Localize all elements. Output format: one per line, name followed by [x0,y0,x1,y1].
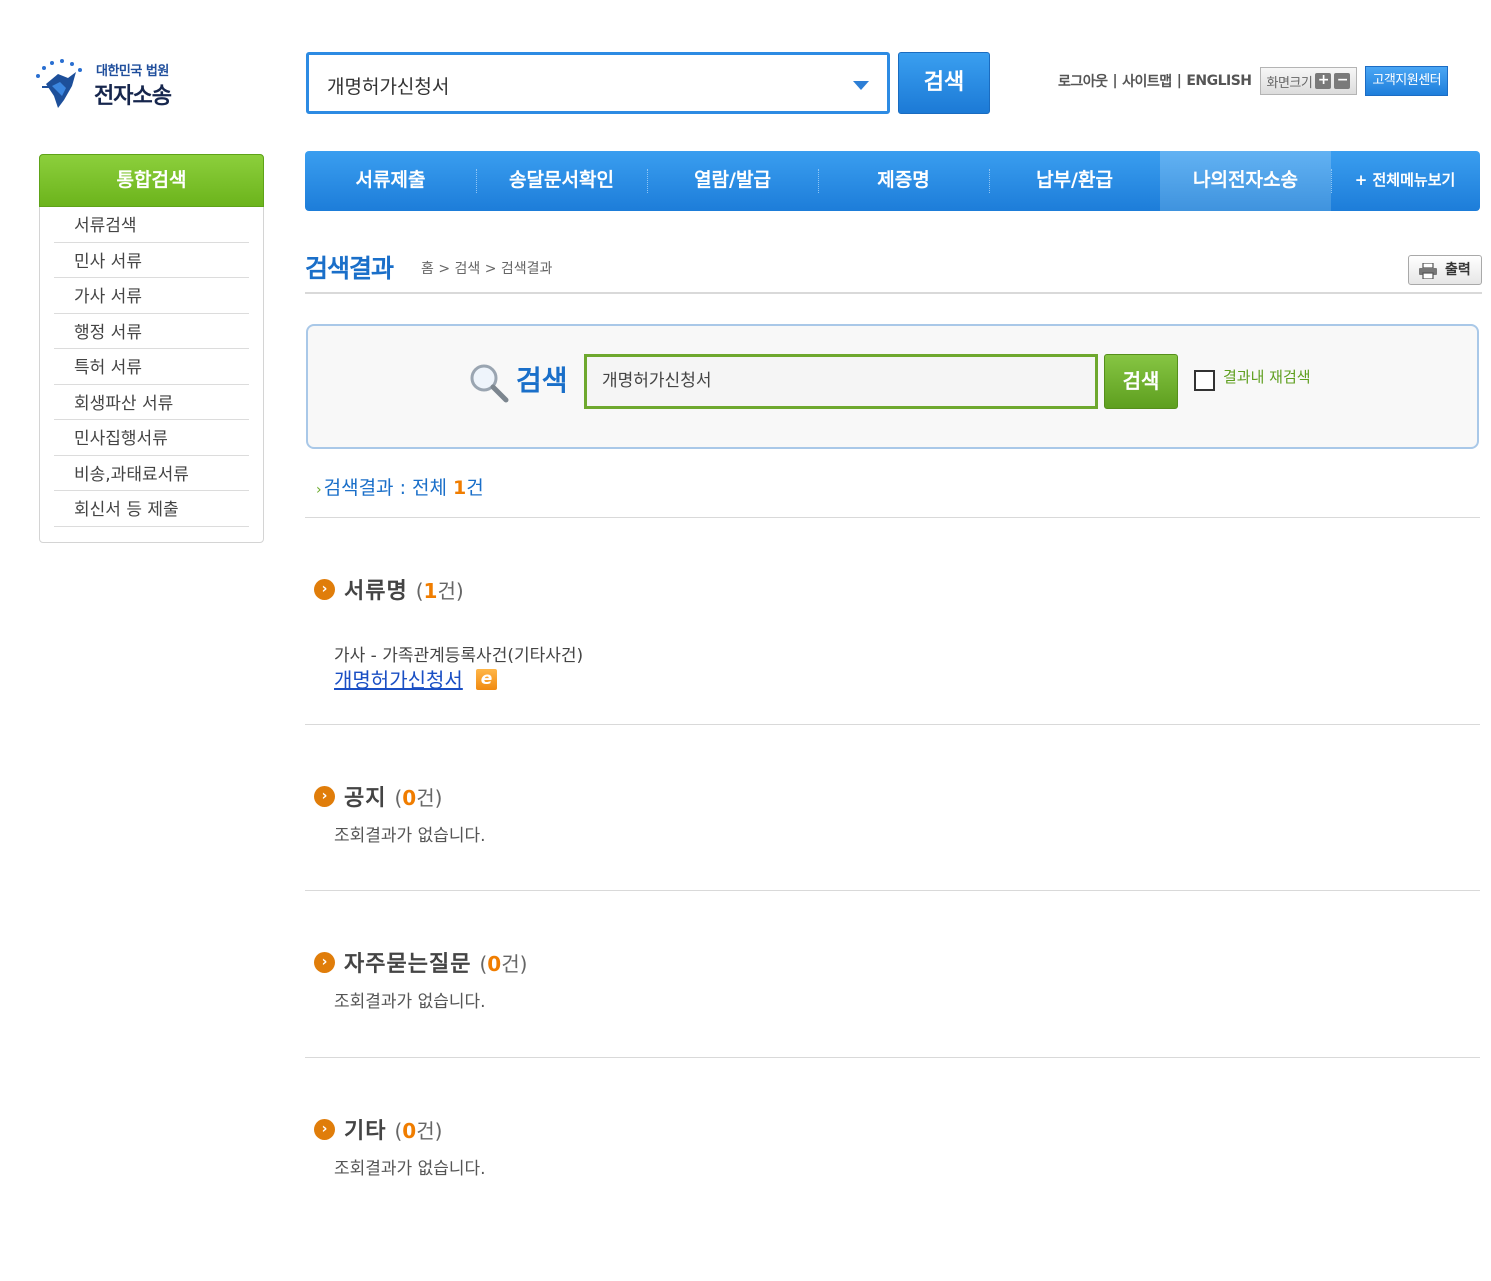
section-header-documents: › 서류명 (1건) [314,574,464,604]
section-header-faq: › 자주묻는질문 (0건) [314,947,527,977]
section-header-etc: › 기타 (0건) [314,1114,442,1144]
sidebar: 통합검색 서류검색 민사 서류 가사 서류 행정 서류 특허 서류 회생파산 서… [39,154,264,543]
sidebar-menu: 서류검색 민사 서류 가사 서류 행정 서류 특허 서류 회생파산 서류 민사집… [40,207,263,527]
summary-suffix: 건 [466,477,484,499]
arrow-circle-icon: › [314,1118,335,1140]
count-close: 건) [501,951,528,976]
sidebar-title[interactable]: 통합검색 [39,154,264,207]
util-separator: | [1176,73,1182,89]
section-count: (0건) [394,1115,442,1144]
research-checkbox[interactable] [1194,370,1215,391]
utility-links: 로그아웃 | 사이트맵 | ENGLISH 화면크기 + − 고객지원센터 [1058,66,1449,96]
sidebar-item-non-contentious[interactable]: 비송,과태료서류 [54,456,249,491]
section-divider [305,724,1480,725]
chevron-right-icon: › [316,482,322,498]
nav-all-menu[interactable]: + 전체메뉴보기 [1331,151,1479,211]
top-search-button[interactable]: 검색 [898,52,990,114]
sidebar-item-document-search[interactable]: 서류검색 [54,207,249,243]
nav-item-payment-refund[interactable]: 납부/환급 [989,151,1160,211]
e-filing-icon[interactable]: e [476,669,497,690]
section-title: 자주묻는질문 [344,952,472,977]
sidebar-item-bankruptcy[interactable]: 회생파산 서류 [54,385,249,420]
zoom-control: 화면크기 + − [1259,67,1358,95]
top-search-value: 개명허가신청서 [327,76,450,98]
search-panel: 검색 개명허가신청서 검색 결과내 재검색 [306,324,1479,449]
page-title: 검색결과 [305,254,394,283]
document-category: 가사 - 가족관계등록사건(기타사건) [334,646,584,666]
count-close: 건) [416,1118,443,1143]
logo-title: 전자소송 [94,84,172,109]
nav-item-certificates[interactable]: 제증명 [818,151,989,211]
summary-prefix: 검색결과 : 전체 [323,477,454,499]
empty-message: 조회결과가 없습니다. [334,992,486,1012]
sitemap-link[interactable]: 사이트맵 [1122,71,1172,91]
section-count: (0건) [394,782,442,811]
zoom-label: 화면크기 [1266,75,1313,91]
research-label[interactable]: 결과내 재검색 [1223,366,1311,387]
court-logo[interactable]: 대한민국 법원 전자소송 [32,56,212,116]
printer-icon [1419,263,1437,279]
search-button[interactable]: 검색 [1104,354,1178,409]
print-label: 출력 [1445,262,1471,278]
sidebar-item-civil[interactable]: 민사 서류 [54,243,249,278]
section-count: (1건) [416,575,464,604]
count-value: 0 [402,1118,417,1143]
sidebar-item-civil-execution[interactable]: 민사집행서류 [54,420,249,456]
logo-subtitle: 대한민국 법원 [96,64,169,79]
section-title: 서류명 [344,579,408,604]
summary-count: 1 [453,477,467,499]
section-header-notices: › 공지 (0건) [314,781,442,811]
count-value: 0 [402,785,417,810]
sidebar-item-administrative[interactable]: 행정 서류 [54,314,249,349]
summary-divider [305,517,1480,518]
arrow-circle-icon: › [314,951,335,973]
count-value: 1 [423,578,438,603]
arrow-circle-icon: › [314,578,335,600]
sidebar-item-family[interactable]: 가사 서류 [54,278,249,314]
empty-message: 조회결과가 없습니다. [334,1159,486,1179]
section-title: 공지 [344,786,387,811]
arrow-circle-icon: › [314,785,335,807]
sidebar-item-patent[interactable]: 특허 서류 [54,349,249,385]
count-close: 건) [416,785,443,810]
sidebar-item-reply-submission[interactable]: 회신서 등 제출 [54,491,249,527]
nav-item-delivery-check[interactable]: 송달문서확인 [476,151,647,211]
result-summary: › 검색결과 : 전체 1건 [316,473,484,500]
search-label: 검색 [516,364,568,397]
english-link[interactable]: ENGLISH [1186,73,1252,89]
section-count: (0건) [479,948,527,977]
util-separator: | [1112,73,1118,89]
count-value: 0 [487,951,502,976]
section-divider [305,890,1480,891]
search-input[interactable]: 개명허가신청서 [584,354,1098,409]
title-divider [305,292,1482,294]
section-divider [305,1057,1480,1058]
top-search-select[interactable]: 개명허가신청서 [306,52,890,114]
count-close: 건) [437,578,464,603]
logout-link[interactable]: 로그아웃 [1058,71,1108,91]
nav-item-document-submit[interactable]: 서류제출 [305,151,476,211]
section-title: 기타 [344,1119,387,1144]
breadcrumb: 홈 > 검색 > 검색결과 [421,261,553,277]
nav-item-view-issue[interactable]: 열람/발급 [647,151,818,211]
document-link[interactable]: 개명허가신청서 [334,664,463,693]
zoom-out-button[interactable]: − [1334,73,1351,89]
empty-message: 조회결과가 없습니다. [334,826,486,846]
print-button[interactable]: 출력 [1408,255,1482,285]
chevron-down-icon[interactable] [853,81,869,90]
main-nav: 서류제출 송달문서확인 열람/발급 제증명 납부/환급 나의전자소송 + 전체메… [305,151,1480,211]
magnifier-icon [470,364,509,403]
count-open: ( [415,578,424,603]
court-emblem-icon [36,59,82,108]
support-center-button[interactable]: 고객지원센터 [1365,66,1449,96]
zoom-in-button[interactable]: + [1315,73,1332,89]
nav-item-my-ecase[interactable]: 나의전자소송 [1160,151,1331,211]
